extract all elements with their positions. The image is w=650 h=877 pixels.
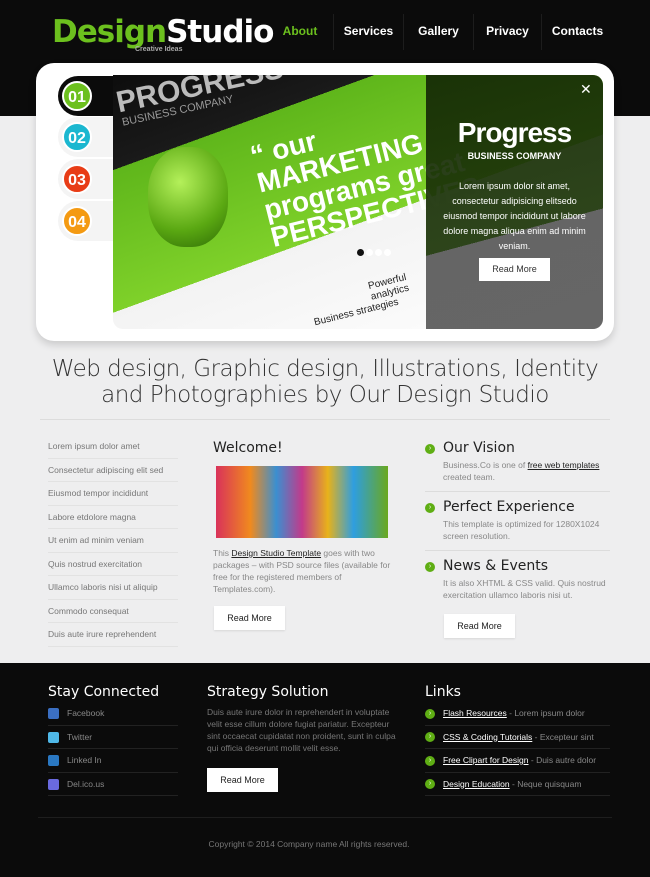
copyright: Copyright © 2014 Company name All rights… <box>208 839 410 849</box>
nav-about[interactable]: About <box>268 14 332 50</box>
art-feature: Business strategies <box>312 296 400 329</box>
social-link-1[interactable]: Twitter <box>48 726 178 749</box>
left-list-item[interactable]: Lorem ipsum dolor amet <box>48 435 178 459</box>
social-title: Stay Connected <box>48 684 160 700</box>
links-title: Links <box>425 684 461 700</box>
tab-number: 04 <box>62 206 92 236</box>
left-list-item[interactable]: Commodo consequat <box>48 600 178 623</box>
feature-title: News & Events <box>443 558 549 574</box>
slider-tab-2[interactable]: 02 <box>58 117 113 157</box>
features-read-more-button[interactable]: Read More <box>444 614 515 638</box>
feature-text: This template is optimized for 1280X1024… <box>443 519 600 541</box>
feature-title: Perfect Experience <box>443 499 575 515</box>
divider <box>40 419 610 420</box>
left-list-item[interactable]: Consectetur adipiscing elit sed <box>48 459 178 482</box>
footer-link-item: › Free Clipart for Design - Duis autre do… <box>425 749 610 773</box>
slider-tab-4[interactable]: 04 <box>58 201 113 241</box>
nav-services[interactable]: Services <box>333 14 403 50</box>
slide-caption: ✕ Progress BUSINESS COMPANY Lorem ipsum … <box>426 75 603 329</box>
footer-link[interactable]: Flash Resources <box>443 708 507 718</box>
caption-read-more-button[interactable]: Read More <box>479 258 550 281</box>
caption-subtitle: BUSINESS COMPANY <box>467 151 562 161</box>
chevron-right-icon: › <box>425 503 435 513</box>
social-link-3[interactable]: Del.ico.us <box>48 773 178 796</box>
left-list-item[interactable]: Duis aute irure reprehendent <box>48 623 178 647</box>
feature-title: Our Vision <box>443 440 515 456</box>
footer-link[interactable]: Free Clipart for Design <box>443 755 529 765</box>
slider-dot-2[interactable] <box>366 249 373 256</box>
footer-link[interactable]: CSS & Coding Tutorials <box>443 732 532 742</box>
slider-dot-4[interactable] <box>384 249 391 256</box>
strategy-text: Duis aute irure dolor in reprehendert in… <box>207 707 396 753</box>
chevron-right-icon: › <box>425 779 435 790</box>
welcome-read-more-button[interactable]: Read More <box>214 606 285 630</box>
close-icon[interactable]: ✕ <box>580 81 592 98</box>
chevron-right-icon: › <box>425 444 435 454</box>
caption-title: Progress <box>457 117 572 148</box>
footer-link[interactable]: Design Education <box>443 779 510 789</box>
tab-number: 01 <box>62 81 92 111</box>
left-list-item[interactable]: Ullamco laboris nisi ut aliquip <box>48 576 178 600</box>
feature-link[interactable]: free web templates <box>528 460 600 470</box>
footer-link-item: › Flash Resources - Lorem ipsum dolor <box>425 702 610 726</box>
twitter-icon <box>48 731 59 743</box>
tagline: Creative Ideas <box>135 46 183 53</box>
left-list-item[interactable]: Ut enim ad minim veniam <box>48 529 178 553</box>
social-link-2[interactable]: Linked In <box>48 749 178 773</box>
feature-text: It is also XHTML & CSS valid. Quis nostr… <box>443 578 606 600</box>
slider-tab-1[interactable]: 01 <box>58 76 113 116</box>
template-link[interactable]: Design Studio Template <box>231 548 321 558</box>
flowers-image <box>216 466 388 538</box>
footer-link-item: › Design Education - Neque quisquam <box>425 773 610 796</box>
footer-divider <box>38 817 612 818</box>
nav-contacts[interactable]: Contacts <box>541 14 613 50</box>
strategy-read-more-button[interactable]: Read More <box>207 768 278 792</box>
caption-text: Lorem ipsum dolor sit amet, consectetur … <box>443 181 586 251</box>
nav-privacy[interactable]: Privacy <box>473 14 541 50</box>
social-link-0[interactable]: Facebook <box>48 702 178 726</box>
slider-dot-1[interactable] <box>357 249 364 256</box>
logo[interactable]: DesignStudio <box>52 14 274 50</box>
chevron-right-icon: › <box>425 755 435 766</box>
left-list-item[interactable]: Eiusmod tempor incididunt <box>48 482 178 506</box>
chevron-right-icon: › <box>425 562 435 572</box>
left-list-item[interactable]: Quis nostrud exercitation <box>48 553 178 576</box>
divider <box>425 550 610 551</box>
welcome-title: Welcome! <box>213 440 283 456</box>
footer-link-item: › CSS & Coding Tutorials - Excepteur sint <box>425 726 610 749</box>
welcome-text: This Design Studio Template goes with tw… <box>213 548 391 594</box>
delicious-icon <box>48 778 59 790</box>
nav-gallery[interactable]: Gallery <box>403 14 473 50</box>
page-headline: Web design, Graphic design, Illustration… <box>51 356 599 408</box>
tab-number: 03 <box>62 164 92 194</box>
green-apple <box>148 147 228 247</box>
linkedin-icon <box>48 755 59 767</box>
chevron-right-icon: › <box>425 732 435 743</box>
slider-dot-3[interactable] <box>375 249 382 256</box>
chevron-right-icon: › <box>425 708 435 719</box>
divider <box>425 491 610 492</box>
slider-tab-3[interactable]: 03 <box>58 159 113 199</box>
feature-text: Business.Co is one of free web templates… <box>443 460 600 482</box>
tab-number: 02 <box>62 122 92 152</box>
left-list-item[interactable]: Labore etdolore magna <box>48 506 178 529</box>
facebook-icon <box>48 708 59 720</box>
strategy-title: Strategy Solution <box>207 684 329 700</box>
